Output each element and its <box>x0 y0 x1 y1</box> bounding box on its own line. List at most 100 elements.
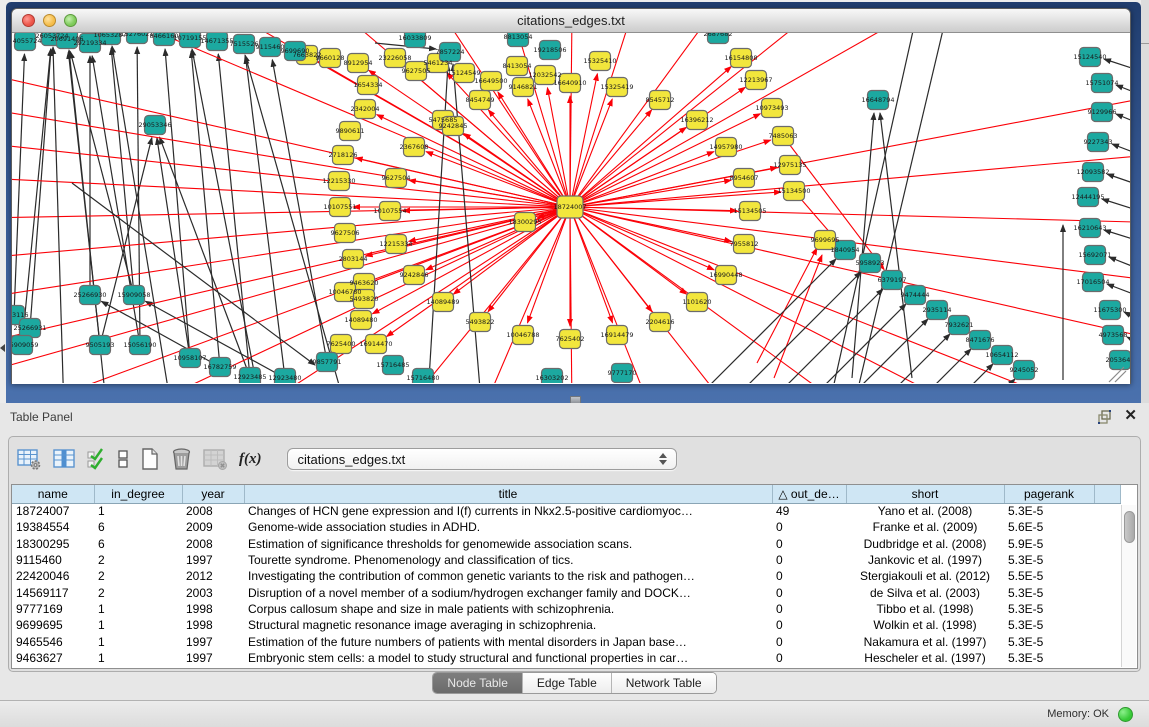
graph-edge[interactable] <box>12 108 570 207</box>
table-settings-icon[interactable] <box>17 448 42 471</box>
graph-node-label: 9627506 <box>331 229 360 237</box>
graph-node-label: 15056190 <box>123 341 156 349</box>
graph-edge[interactable] <box>570 153 1130 207</box>
graph-edge[interactable] <box>964 364 993 383</box>
column-header-short[interactable]: short <box>846 485 1004 503</box>
graph-node-label: 2803144 <box>339 255 368 263</box>
graph-edge[interactable] <box>246 57 285 378</box>
network-graph-svg[interactable]: 1872400715134505895460714957980163962128… <box>12 33 1130 383</box>
table-selector-dropdown[interactable]: citations_edges.txt <box>287 448 677 470</box>
function-builder-icon[interactable]: f(x) <box>239 451 262 468</box>
network-window-titlebar[interactable]: citations_edges.txt <box>12 9 1130 33</box>
graph-edge[interactable] <box>1107 174 1130 193</box>
graph-edge[interactable] <box>272 60 327 362</box>
graph-edge[interactable] <box>165 49 190 358</box>
graph-node-label: 15716485 <box>376 361 409 369</box>
table-row[interactable]: 1938455462009Genome-wide association stu… <box>12 519 1120 535</box>
graph-node-label: 9505193 <box>86 341 115 349</box>
graph-edge[interactable] <box>1102 199 1130 218</box>
column-header-in_degree[interactable]: in_degree <box>94 485 182 503</box>
graph-edge[interactable] <box>1112 144 1130 163</box>
graph-node-label: 14089489 <box>426 298 459 306</box>
graph-edge[interactable] <box>157 138 190 358</box>
table-row[interactable]: 1830029562008Estimation of significance … <box>12 536 1120 552</box>
tab-node-table[interactable]: Node Table <box>433 673 523 693</box>
table-row[interactable]: 1872400712008Changes of HCN gene express… <box>12 503 1120 519</box>
graph-edge[interactable] <box>14 54 24 315</box>
table-row[interactable]: 2242004622012Investigating the contribut… <box>12 568 1120 584</box>
graph-edge[interactable] <box>832 33 917 383</box>
graph-edge[interactable] <box>570 99 612 207</box>
graph-node-label: 7955812 <box>730 240 759 248</box>
graph-edge[interactable] <box>927 349 971 383</box>
node-table-grid: namein_degreeyeartitle△ out_de…shortpage… <box>12 485 1121 666</box>
close-window-button[interactable] <box>22 14 35 27</box>
column-header-out_degree[interactable]: △ out_de… <box>772 485 846 503</box>
float-panel-icon[interactable] <box>1097 409 1113 425</box>
graph-edge[interactable] <box>453 64 482 383</box>
graph-node-label: 7625400 <box>327 340 356 348</box>
graph-edge[interactable] <box>30 49 51 328</box>
zoom-window-button[interactable] <box>64 14 77 27</box>
graph-edge[interactable] <box>1124 312 1130 331</box>
graph-edge[interactable] <box>1116 114 1130 133</box>
graph-node-label: 2342004 <box>351 105 380 113</box>
cell-title: Corpus callosum shape and size in male p… <box>244 601 772 617</box>
graph-edge[interactable] <box>817 304 906 383</box>
graph-edge[interactable] <box>447 73 570 207</box>
graph-node-label: 8454749 <box>466 96 495 104</box>
graph-edge[interactable] <box>53 47 64 383</box>
graph-edge[interactable] <box>857 33 947 383</box>
table-row[interactable]: 911546021997Tourette syndrome. Phenomeno… <box>12 552 1120 568</box>
graph-node-label: 16782759 <box>203 363 236 371</box>
delete-trash-icon[interactable] <box>171 447 192 471</box>
graph-edge[interactable] <box>482 207 570 383</box>
graph-edge[interactable] <box>1104 230 1130 248</box>
graph-edge[interactable] <box>570 110 652 207</box>
graph-edge[interactable] <box>1116 85 1130 103</box>
graph-edge[interactable] <box>854 319 928 383</box>
graph-edge[interactable] <box>402 207 570 383</box>
column-header-title[interactable]: title <box>244 485 772 503</box>
graph-edge[interactable] <box>70 52 134 295</box>
graph-edge[interactable] <box>1109 257 1130 278</box>
tab-edge-table[interactable]: Edge Table <box>523 673 612 693</box>
graph-node-label: 8912954 <box>344 59 373 67</box>
cell-name: 14569117 <box>12 584 94 600</box>
scrollbar-thumb[interactable] <box>1124 511 1135 543</box>
column-header-pagerank[interactable]: pagerank <box>1004 485 1094 503</box>
graph-edge[interactable] <box>111 48 134 295</box>
column-header-name[interactable]: name <box>12 485 94 503</box>
close-panel-icon[interactable]: ✕ <box>1124 407 1137 425</box>
panel-collapse-arrow-icon[interactable] <box>0 344 5 352</box>
graph-node-label: 18724007 <box>553 203 586 211</box>
table-selector-value: citations_edges.txt <box>298 452 406 467</box>
table-row[interactable]: 977716911998Corpus callosum shape and si… <box>12 601 1120 617</box>
graph-edge[interactable] <box>245 55 347 383</box>
cell-name: 19384554 <box>12 519 94 535</box>
graph-edge[interactable] <box>779 289 883 383</box>
graph-node-label: 4973568 <box>1099 331 1128 339</box>
graph-node-label: 29053346 <box>138 121 171 129</box>
graph-edge[interactable] <box>880 113 912 378</box>
stack-squares-icon[interactable] <box>117 448 129 470</box>
table-panel-box: f(x) citations_edges.txt namein_degreeye… <box>8 436 1141 672</box>
table-row[interactable]: 969969511998Structural magnetic resonanc… <box>12 617 1120 633</box>
graph-edge[interactable] <box>570 207 1130 223</box>
graph-edge[interactable] <box>22 49 51 345</box>
table-row[interactable]: 946362711997Embryonic stem cells: a mode… <box>12 650 1120 666</box>
column-header-year[interactable]: year <box>182 485 244 503</box>
memory-status-indicator[interactable] <box>1118 707 1133 722</box>
graph-edge[interactable] <box>191 51 220 367</box>
graph-edge[interactable] <box>570 207 852 383</box>
network-canvas[interactable]: 1872400715134505895460714957980163962128… <box>12 33 1130 383</box>
table-scrollbar[interactable] <box>1121 505 1136 667</box>
new-document-icon[interactable] <box>140 447 160 471</box>
table-row[interactable]: 946554611997Estimation of the future num… <box>12 633 1120 649</box>
table-row[interactable]: 1456911722003Disruption of a novel membe… <box>12 584 1120 600</box>
select-rows-icon[interactable] <box>87 448 106 470</box>
show-column-icon[interactable] <box>53 448 76 471</box>
minimize-window-button[interactable] <box>43 14 56 27</box>
tab-network-table[interactable]: Network Table <box>612 673 716 693</box>
graph-node-label: 19218506 <box>533 46 566 54</box>
